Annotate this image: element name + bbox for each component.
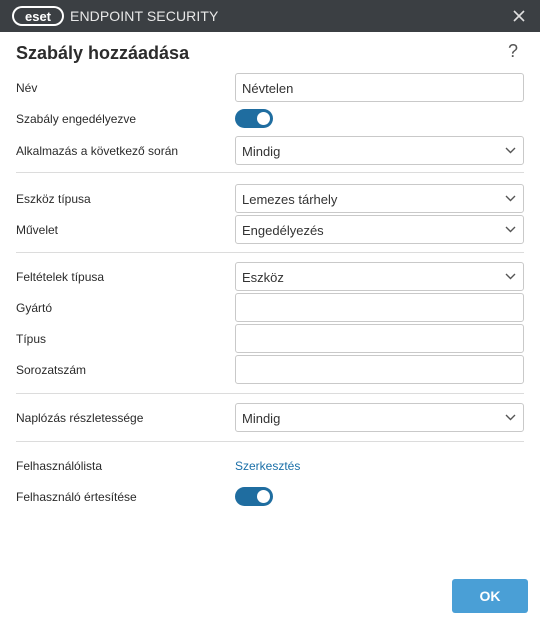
- help-icon[interactable]: ?: [508, 41, 518, 62]
- logging-value: Mindig: [242, 411, 281, 426]
- action-label: Művelet: [16, 223, 59, 237]
- device-type-label: Eszköz típusa: [16, 192, 91, 206]
- dialog-title: Szabály hozzáadása: [16, 43, 190, 63]
- ok-button[interactable]: OK: [452, 579, 528, 613]
- chevron-down-icon: [505, 273, 516, 280]
- user-list-edit-link[interactable]: Szerkesztés: [235, 459, 300, 473]
- device-type-value: Lemezes tárhely: [242, 192, 338, 207]
- chevron-down-icon: [505, 226, 516, 233]
- vendor-label: Gyártó: [16, 301, 53, 315]
- rule-enabled-toggle[interactable]: [235, 109, 273, 128]
- separator: [16, 393, 524, 394]
- apply-during-label: Alkalmazás a következő során: [16, 144, 179, 158]
- vendor-input[interactable]: [235, 293, 524, 322]
- action-select[interactable]: Engedélyezés: [235, 215, 524, 244]
- dialog-window: eset ENDPOINT SECURITY Szabály hozzáadás…: [0, 0, 540, 625]
- apply-during-value: Mindig: [242, 144, 281, 159]
- name-input-value: Névtelen: [242, 81, 294, 96]
- toggle-knob: [257, 112, 270, 125]
- rule-enabled-label: Szabály engedélyezve: [16, 112, 137, 126]
- notify-user-label: Felhasználó értesítése: [16, 490, 137, 504]
- name-label: Név: [16, 81, 38, 95]
- user-list-label: Felhasználólista: [16, 459, 103, 473]
- close-icon[interactable]: [510, 7, 528, 25]
- device-type-select[interactable]: Lemezes tárhely: [235, 184, 524, 213]
- app-title: ENDPOINT SECURITY: [70, 8, 219, 24]
- separator: [16, 172, 524, 173]
- notify-user-toggle[interactable]: [235, 487, 273, 506]
- chevron-down-icon: [505, 195, 516, 202]
- criteria-type-label: Feltételek típusa: [16, 270, 105, 284]
- name-input[interactable]: Névtelen: [235, 73, 524, 102]
- model-input[interactable]: [235, 324, 524, 353]
- model-label: Típus: [16, 332, 47, 346]
- separator: [16, 252, 524, 253]
- chevron-down-icon: [505, 147, 516, 154]
- eset-logo: eset: [12, 6, 64, 26]
- logging-select[interactable]: Mindig: [235, 403, 524, 432]
- chevron-down-icon: [505, 414, 516, 421]
- serial-label: Sorozatszám: [16, 363, 87, 377]
- toggle-knob: [257, 490, 270, 503]
- apply-during-select[interactable]: Mindig: [235, 136, 524, 165]
- separator: [16, 441, 524, 442]
- svg-text:eset: eset: [25, 9, 52, 24]
- criteria-type-select[interactable]: Eszköz: [235, 262, 524, 291]
- logging-label: Naplózás részletessége: [16, 411, 144, 425]
- criteria-type-value: Eszköz: [242, 270, 284, 285]
- serial-input[interactable]: [235, 355, 524, 384]
- title-bar: eset ENDPOINT SECURITY: [0, 0, 540, 32]
- action-value: Engedélyezés: [242, 223, 324, 238]
